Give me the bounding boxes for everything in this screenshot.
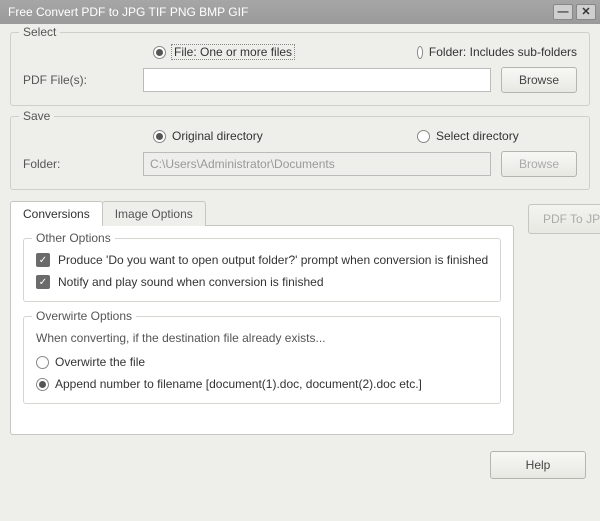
other-options-legend: Other Options xyxy=(32,231,115,245)
window-title: Free Convert PDF to JPG TIF PNG BMP GIF xyxy=(8,5,550,19)
radio-file[interactable]: File: One or more files xyxy=(153,45,294,59)
radio-icon xyxy=(417,46,423,59)
radio-icon xyxy=(36,356,49,369)
browse-folder-button: Browse xyxy=(501,151,577,177)
save-legend: Save xyxy=(19,109,54,123)
radio-icon xyxy=(36,378,49,391)
overwrite-legend: Overwirte Options xyxy=(32,309,136,323)
select-legend: Select xyxy=(19,25,60,39)
overwrite-desc: When converting, if the destination file… xyxy=(36,331,488,345)
minimize-button[interactable]: — xyxy=(553,4,573,20)
browse-pdf-button[interactable]: Browse xyxy=(501,67,577,93)
checkmark-icon: ✓ xyxy=(36,253,50,267)
radio-select-dir[interactable]: Select directory xyxy=(417,129,577,143)
folder-input xyxy=(143,152,491,176)
save-group: Save Original directory Select directory… xyxy=(10,116,590,190)
close-button[interactable]: ✕ xyxy=(576,4,596,20)
radio-original-dir[interactable]: Original directory xyxy=(153,129,263,143)
radio-icon xyxy=(153,46,166,59)
radio-append-label: Append number to filename [document(1).d… xyxy=(55,377,422,391)
checkmark-icon: ✓ xyxy=(36,275,50,289)
check-produce-label: Produce 'Do you want to open output fold… xyxy=(58,253,488,267)
tabs-area: Conversions Image Options Other Options … xyxy=(10,200,590,435)
check-produce-prompt[interactable]: ✓ Produce 'Do you want to open output fo… xyxy=(36,253,488,267)
tab-image-options[interactable]: Image Options xyxy=(102,201,206,226)
radio-file-label: File: One or more files xyxy=(172,45,294,59)
select-group: Select File: One or more files Folder: I… xyxy=(10,32,590,106)
radio-icon xyxy=(153,130,166,143)
pdf-to-jpg-button[interactable]: PDF To JPG xyxy=(528,204,600,234)
titlebar: Free Convert PDF to JPG TIF PNG BMP GIF … xyxy=(0,0,600,24)
radio-folder-label: Folder: Includes sub-folders xyxy=(429,45,577,59)
tab-conversions[interactable]: Conversions xyxy=(10,201,103,226)
check-notify[interactable]: ✓ Notify and play sound when conversion … xyxy=(36,275,488,289)
radio-overwrite-label: Overwirte the file xyxy=(55,355,145,369)
overwrite-options-group: Overwirte Options When converting, if th… xyxy=(23,316,501,404)
folder-label: Folder: xyxy=(23,157,143,171)
radio-overwrite-file[interactable]: Overwirte the file xyxy=(36,355,448,369)
radio-append-number[interactable]: Append number to filename [document(1).d… xyxy=(36,377,448,391)
check-notify-label: Notify and play sound when conversion is… xyxy=(58,275,324,289)
other-options-group: Other Options ✓ Produce 'Do you want to … xyxy=(23,238,501,302)
pdf-files-label: PDF File(s): xyxy=(23,73,143,87)
pdf-files-input[interactable] xyxy=(143,68,491,92)
radio-icon xyxy=(417,130,430,143)
tab-strip: Conversions Image Options xyxy=(10,200,514,225)
radio-original-label: Original directory xyxy=(172,129,263,143)
help-button[interactable]: Help xyxy=(490,451,586,479)
footer: Help xyxy=(10,435,590,479)
radio-folder[interactable]: Folder: Includes sub-folders xyxy=(417,45,577,59)
radio-select-label: Select directory xyxy=(436,129,519,143)
tab-panel-conversions: Other Options ✓ Produce 'Do you want to … xyxy=(10,225,514,435)
window-body: Select File: One or more files Folder: I… xyxy=(0,24,600,487)
